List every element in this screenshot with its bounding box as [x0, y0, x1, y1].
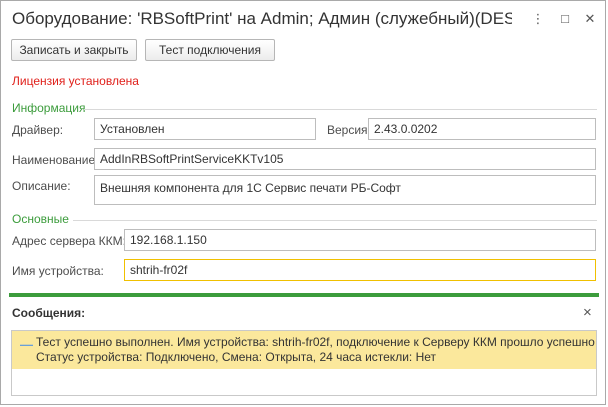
- save-and-close-button[interactable]: Записать и закрыть: [11, 39, 137, 61]
- more-options-icon[interactable]: ⋮: [529, 10, 547, 28]
- message-line-2: Статус устройства: Подключено, Смена: От…: [36, 350, 437, 364]
- messages-header: Сообщения:: [12, 306, 86, 320]
- driver-field[interactable]: Установлен: [94, 118, 316, 140]
- device-name-label: Имя устройства:: [12, 264, 104, 278]
- messages-close-icon[interactable]: ×: [583, 304, 592, 321]
- name-field[interactable]: AddInRBSoftPrintServiceKKTv105: [94, 148, 596, 170]
- info-group-divider: [84, 109, 597, 110]
- message-marker-icon: —: [20, 337, 33, 352]
- title-bar: Оборудование: 'RBSoftPrint' на Admin; Ад…: [1, 1, 605, 37]
- version-label: Версия:: [327, 123, 371, 137]
- message-line-1: Тест успешно выполнен. Имя устройства: s…: [36, 335, 595, 349]
- main-group-divider: [73, 220, 597, 221]
- messages-panel: — Тест успешно выполнен. Имя устройства:…: [11, 330, 597, 396]
- messages-separator: [9, 293, 599, 297]
- message-item[interactable]: — Тест успешно выполнен. Имя устройства:…: [12, 331, 596, 369]
- main-group-title: Основные: [12, 212, 69, 226]
- server-address-label: Адрес сервера ККМ:: [12, 234, 126, 248]
- info-group-title: Информация: [12, 101, 86, 115]
- description-field[interactable]: Внешняя компонента для 1С Сервис печати …: [94, 175, 596, 205]
- device-name-field[interactable]: shtrih-fr02f: [124, 259, 596, 281]
- version-field[interactable]: 2.43.0.0202: [368, 118, 596, 140]
- equipment-window: Оборудование: 'RBSoftPrint' на Admin; Ад…: [0, 0, 606, 405]
- message-text: Тест успешно выполнен. Имя устройства: s…: [36, 335, 595, 365]
- name-label: Наименование:: [12, 153, 99, 167]
- description-label: Описание:: [12, 179, 71, 193]
- driver-label: Драйвер:: [12, 123, 64, 137]
- test-connection-button[interactable]: Тест подключения: [145, 39, 275, 61]
- server-address-field[interactable]: 192.168.1.150: [124, 229, 596, 251]
- license-status: Лицензия установлена: [12, 74, 139, 88]
- close-icon[interactable]: ✕: [581, 10, 599, 28]
- maximize-icon[interactable]: □: [556, 10, 574, 28]
- window-title: Оборудование: 'RBSoftPrint' на Admin; Ад…: [12, 9, 512, 28]
